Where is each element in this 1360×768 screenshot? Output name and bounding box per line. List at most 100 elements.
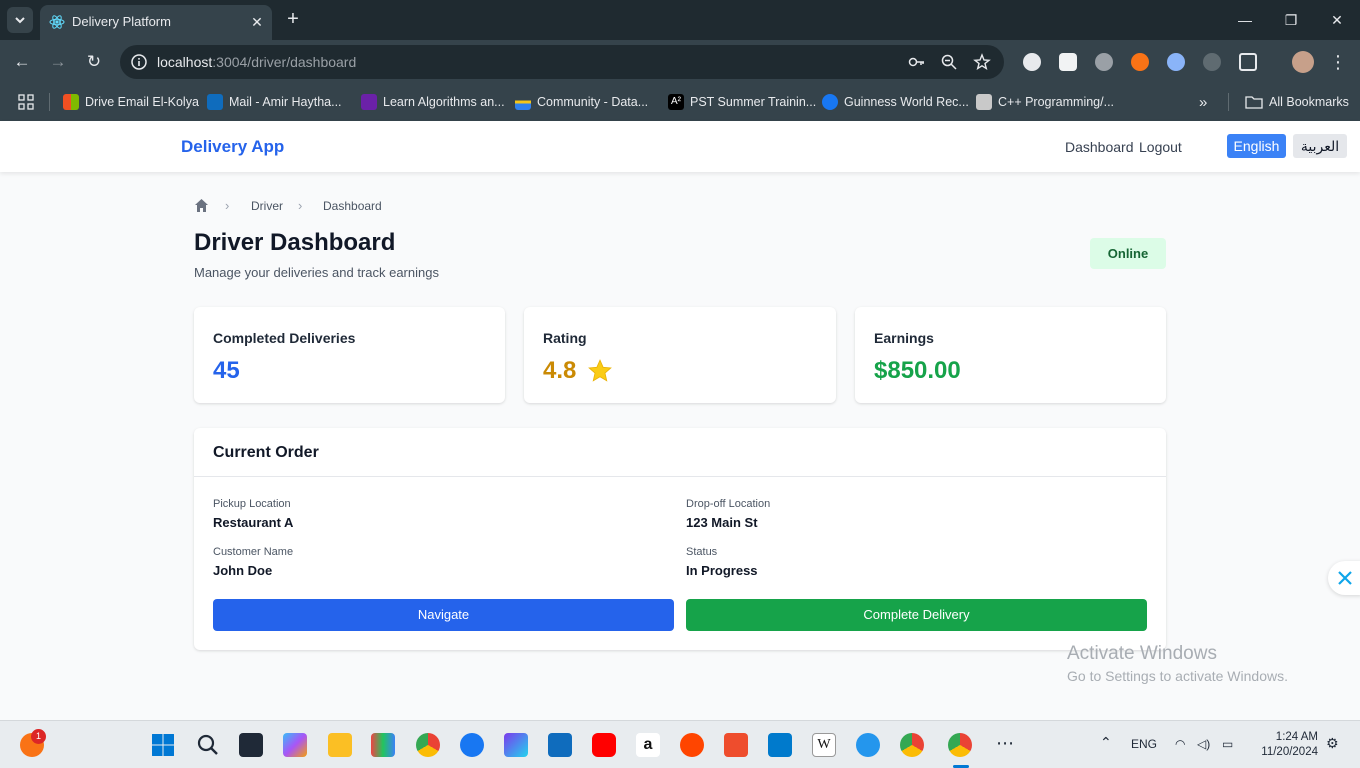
file-explorer-icon[interactable] — [328, 733, 352, 757]
current-order-card: Current Order Pickup Location Restaurant… — [194, 428, 1166, 650]
notifications-icon[interactable]: ⚙ — [1326, 735, 1339, 752]
back-icon[interactable]: ← — [11, 51, 33, 73]
react-icon — [49, 15, 65, 29]
activate-windows-subtitle: Go to Settings to activate Windows. — [1067, 668, 1288, 684]
bookmark-mail[interactable]: Mail - Amir Haytha... — [207, 92, 342, 112]
bookmark-label: Drive Email El-Kolya — [85, 95, 199, 109]
bookmark-learn-algorithms[interactable]: Learn Algorithms an... — [361, 92, 505, 112]
volume-icon[interactable]: ◁) — [1197, 737, 1210, 751]
bookmark-label: C++ Programming/... — [998, 95, 1115, 109]
all-bookmarks-button[interactable]: All Bookmarks — [1245, 92, 1349, 112]
wikipedia-icon[interactable]: W — [812, 733, 836, 757]
a2-icon: A² — [668, 94, 684, 110]
bookmark-pst-training[interactable]: A² PST Summer Trainin... — [668, 92, 816, 112]
tab-title: Delivery Platform — [72, 14, 171, 29]
shopping-icon[interactable] — [724, 733, 748, 757]
extension-globe-icon[interactable] — [1095, 53, 1113, 71]
nav-dashboard-link[interactable]: Dashboard — [1065, 139, 1134, 155]
new-tab-button[interactable]: + — [282, 8, 304, 30]
copilot-icon[interactable] — [283, 733, 307, 757]
chevron-right-icon: › — [298, 198, 303, 213]
address-bar[interactable]: localhost:3004/driver/dashboard — [120, 45, 1004, 79]
extension-orange-icon[interactable] — [1131, 53, 1149, 71]
tab-search-button[interactable] — [7, 7, 33, 33]
stat-label: Earnings — [874, 330, 934, 346]
outlook-icon[interactable] — [548, 733, 572, 757]
system-clock[interactable]: 1:24 AM 11/20/2024 — [1254, 730, 1318, 760]
chrome-profile-icon[interactable] — [900, 733, 924, 757]
lang-arabic-button[interactable]: العربية — [1293, 134, 1347, 158]
wifi-icon[interactable]: ◠ — [1175, 737, 1185, 751]
chrome-active-icon[interactable] — [948, 733, 972, 757]
earnings-card: Earnings $850.00 — [855, 307, 1166, 403]
chrome-icon[interactable] — [416, 733, 440, 757]
windows-taskbar: 1 a W ⋯ ⌃ ENG ◠ ◁) ▭ 1:24 AM 11/20/2024 … — [0, 720, 1360, 768]
bookmark-guinness[interactable]: Guinness World Rec... — [822, 92, 969, 112]
bookmarks-divider — [49, 93, 50, 111]
navigate-button[interactable]: Navigate — [213, 599, 674, 631]
close-tab-icon[interactable]: ✕ — [248, 13, 266, 31]
restore-icon[interactable]: ❐ — [1279, 8, 1303, 32]
battery-icon[interactable]: ▭ — [1222, 737, 1233, 751]
site-info-icon[interactable] — [130, 53, 148, 71]
key-icon[interactable] — [908, 53, 926, 71]
url-text[interactable]: localhost:3004/driver/dashboard — [157, 54, 356, 70]
activate-windows-title: Activate Windows — [1067, 643, 1217, 664]
nav-logout-link[interactable]: Logout — [1139, 139, 1182, 155]
browser-menu-icon[interactable]: ⋮ — [1327, 51, 1349, 73]
rating-value: 4.8 — [543, 357, 577, 384]
youtube-icon[interactable] — [592, 733, 616, 757]
show-hidden-icons-icon[interactable]: ⌃ — [1100, 734, 1112, 751]
extensions-puzzle-icon[interactable] — [1239, 53, 1257, 71]
side-panel-widget[interactable] — [1328, 561, 1360, 595]
close-window-icon[interactable]: ✕ — [1325, 8, 1349, 32]
complete-delivery-button[interactable]: Complete Delivery — [686, 599, 1147, 631]
apps-grid-icon[interactable] — [18, 94, 34, 110]
docker-icon[interactable] — [856, 733, 880, 757]
extension-lens-icon[interactable] — [1167, 53, 1185, 71]
bookmark-drive-email[interactable]: Drive Email El-Kolya — [63, 92, 199, 112]
bookmark-cpp[interactable]: C++ Programming/... — [976, 92, 1114, 112]
bookmarks-bar: Drive Email El-Kolya Mail - Amir Haytha.… — [0, 84, 1360, 121]
zoom-icon[interactable] — [940, 53, 958, 71]
input-language[interactable]: ENG — [1131, 737, 1157, 751]
more-bookmarks-icon[interactable]: » — [1199, 92, 1207, 112]
reload-icon[interactable]: ↻ — [83, 51, 105, 73]
bookmark-label: Learn Algorithms an... — [383, 95, 505, 109]
page-subtitle: Manage your deliveries and track earning… — [194, 265, 439, 280]
online-status-badge[interactable]: Online — [1090, 238, 1166, 269]
bookmark-star-icon[interactable] — [973, 53, 991, 71]
windows-start-icon[interactable] — [151, 733, 175, 757]
extension-glasses-icon[interactable] — [1059, 53, 1077, 71]
reddit-icon[interactable] — [680, 733, 704, 757]
facebook-icon[interactable] — [460, 733, 484, 757]
bookmark-label: Community - Data... — [537, 95, 649, 109]
star-icon — [588, 359, 612, 382]
order-status-value: In Progress — [686, 563, 758, 578]
bookmark-label: PST Summer Trainin... — [690, 95, 817, 109]
bookmark-community[interactable]: Community - Data... — [515, 92, 648, 112]
breadcrumb-driver[interactable]: Driver — [251, 199, 283, 213]
store-icon[interactable] — [371, 733, 395, 757]
url-path: :3004/driver/dashboard — [212, 54, 357, 70]
lang-english-button[interactable]: English — [1227, 134, 1286, 158]
profile-avatar[interactable] — [1292, 51, 1314, 73]
home-icon[interactable] — [194, 198, 209, 213]
customer-value: John Doe — [213, 563, 273, 578]
outlook-icon — [207, 94, 223, 110]
minimize-icon[interactable]: — — [1233, 8, 1257, 32]
more-apps-icon[interactable]: ⋯ — [996, 733, 1014, 754]
facebook-icon — [822, 94, 838, 110]
task-view-icon[interactable] — [239, 733, 263, 757]
brand-logo[interactable]: Delivery App — [181, 137, 284, 157]
amazon-icon[interactable]: a — [636, 733, 660, 757]
chevron-right-icon: › — [225, 198, 230, 213]
vscode-icon[interactable] — [768, 733, 792, 757]
extension-add-icon[interactable] — [1023, 53, 1041, 71]
search-icon[interactable] — [196, 733, 220, 757]
extension-shield-icon[interactable] — [1203, 53, 1221, 71]
photos-icon[interactable] — [504, 733, 528, 757]
chevron-down-icon — [15, 17, 25, 24]
active-tab[interactable]: Delivery Platform ✕ — [40, 5, 272, 40]
forward-icon[interactable]: → — [47, 51, 69, 73]
